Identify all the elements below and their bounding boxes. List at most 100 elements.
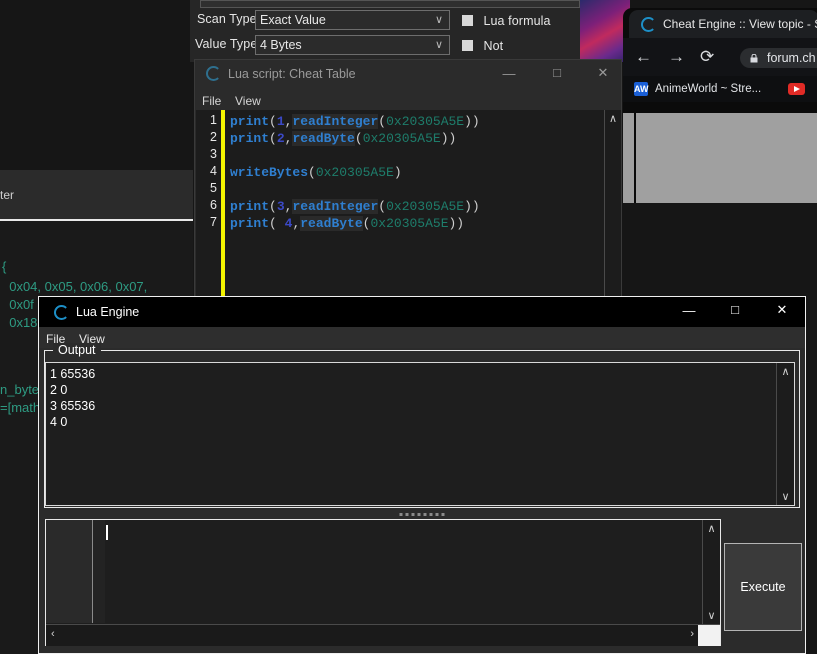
scroll-right-icon[interactable]: › [690, 628, 694, 640]
not-label: Not [483, 39, 504, 53]
background-window-top: ter [0, 170, 193, 221]
code-hex-row-1: 0x04, 0x05, 0x06, 0x07, [2, 279, 148, 294]
cheat-engine-main-window: Scan Type Exact Value ∨ Value Type 4 Byt… [190, 0, 580, 62]
output-text-area[interactable]: 1 65536 2 0 3 65536 4 0 ∧ ∨ [45, 362, 795, 506]
code-hex-row-3: 0x18 [2, 315, 38, 330]
lua-script-menu-bar: File View [195, 88, 621, 110]
code-token: print [230, 131, 270, 146]
lua-script-window: Lua script: Cheat Table — □ ✕ File View … [194, 59, 622, 309]
maximize-button[interactable]: □ [543, 65, 571, 80]
code-token: 0x20305A5E [315, 165, 394, 180]
scroll-up-icon[interactable]: ∧ [605, 112, 621, 125]
scan-type-select[interactable]: Exact Value ∨ [255, 10, 450, 30]
close-button[interactable]: ✕ [589, 65, 617, 81]
browser-address-bar[interactable]: forum.ch [740, 48, 817, 68]
scroll-left-icon[interactable]: ‹ [51, 628, 55, 640]
scan-value-input[interactable] [200, 0, 580, 8]
minimize-button[interactable]: — [673, 303, 705, 318]
youtube-favicon[interactable] [788, 83, 805, 95]
checkbox-box [462, 40, 473, 51]
code-line: print(3,readInteger(0x20305A5E)) [230, 198, 480, 215]
code-token: ( [378, 199, 387, 214]
scroll-up-icon[interactable]: ∧ [777, 365, 794, 378]
code-token: writeBytes [230, 165, 309, 180]
splitter-grip [399, 513, 445, 516]
code-token: print [230, 114, 270, 129]
line-number: 5 [210, 181, 217, 195]
code-token: readByte [292, 131, 355, 146]
lua-formula-checkbox[interactable]: Lua formula [462, 12, 551, 30]
chevron-down-icon: ∨ [434, 14, 443, 26]
scroll-down-icon[interactable]: ∨ [703, 609, 720, 622]
code-brace: { [2, 259, 7, 274]
code-token: readByte [300, 216, 363, 231]
code-token: )) [464, 114, 480, 129]
lua-script-title-bar[interactable]: Lua script: Cheat Table — □ ✕ [195, 60, 621, 88]
code-line: writeBytes(0x20305A5E) [230, 164, 480, 181]
input-horizontal-scrollbar[interactable]: ‹ › [46, 624, 720, 646]
code-hex-row-2: 0x0f [2, 297, 34, 312]
cheat-engine-icon [54, 305, 69, 320]
lock-icon [750, 54, 758, 63]
code-token: 3 [276, 199, 285, 214]
line-number: 7 [210, 215, 217, 229]
lua-engine-window: Lua Engine — □ ✕ File View Output 1 6553… [38, 296, 806, 654]
code-line: print(1,readInteger(0x20305A5E)) [230, 113, 480, 130]
input-vertical-scrollbar[interactable]: ∧ ∨ [702, 520, 720, 624]
line-number: 3 [210, 147, 217, 161]
code-token: 2 [276, 131, 285, 146]
code-token: )) [448, 216, 465, 231]
code-token: ( [269, 199, 277, 214]
browser-page-viewport [634, 113, 817, 203]
code-token: print [230, 199, 270, 214]
output-line: 4 0 [50, 415, 68, 429]
output-vertical-scrollbar[interactable]: ∧ ∨ [776, 363, 794, 505]
minimize-button[interactable]: — [495, 66, 523, 81]
reload-icon[interactable]: ⟳ [700, 47, 714, 67]
lua-script-editor[interactable]: 1 2 3 4 5 6 7 print(1,readInteger(0x2030… [196, 110, 621, 307]
code-token: ( [269, 131, 277, 146]
code-token: ) [393, 165, 402, 180]
code-token: ( [308, 165, 316, 180]
forward-icon[interactable]: → [668, 47, 685, 67]
lua-engine-title-bar[interactable]: Lua Engine — □ ✕ [39, 297, 805, 327]
scan-type-value: Exact Value [260, 13, 326, 27]
scroll-down-icon[interactable]: ∨ [777, 490, 794, 503]
editor-code-area[interactable]: print(1,readInteger(0x20305A5E)) print(2,… [230, 113, 480, 232]
editor-gutter: 1 2 3 4 5 6 7 [196, 110, 225, 307]
code-token: 0x20305A5E [386, 199, 465, 214]
panel-splitter[interactable] [44, 509, 800, 519]
editor-vertical-scrollbar[interactable]: ∧ [604, 110, 621, 307]
screen: Scan Type Exact Value ∨ Value Type 4 Byt… [0, 0, 817, 654]
line-number: 1 [210, 113, 217, 127]
browser-window: Cheat Engine :: View topic - S ← → ⟳ for… [623, 8, 817, 113]
code-token: readInteger [292, 199, 379, 214]
browser-tab-cheat-engine[interactable]: Cheat Engine :: View topic - S [629, 10, 817, 38]
bookmark-animeworld[interactable]: AnimeWorld ~ Stre... [655, 76, 761, 102]
menu-item-view[interactable]: View [235, 92, 261, 110]
code-token: 0x20305A5E [370, 216, 449, 231]
menu-item-file[interactable]: File [202, 92, 221, 110]
hscroll-thumb[interactable] [698, 625, 720, 646]
maximize-button[interactable]: □ [719, 302, 751, 317]
browser-tab-strip: Cheat Engine :: View topic - S [623, 8, 817, 38]
scroll-up-icon[interactable]: ∧ [703, 522, 720, 535]
code-line: print( 4,readByte(0x20305A5E)) [230, 215, 480, 232]
not-checkbox[interactable]: Not [462, 37, 503, 55]
back-icon[interactable]: ← [635, 47, 652, 67]
animeworld-favicon: AW [634, 82, 649, 96]
execute-button[interactable]: Execute [724, 543, 802, 631]
output-line: 1 65536 [50, 367, 96, 381]
value-type-select[interactable]: 4 Bytes ∨ [255, 35, 450, 55]
output-group-legend: Output [53, 343, 101, 357]
browser-bookmarks-bar: AW AnimeWorld ~ Stre... [623, 76, 817, 102]
lua-formula-label: Lua formula [483, 14, 551, 28]
output-line: 2 0 [50, 383, 68, 397]
input-gutter [46, 520, 93, 623]
lua-input-editor[interactable]: ∧ ∨ ‹ › [45, 519, 721, 646]
line-number: 6 [210, 198, 217, 212]
close-button[interactable]: ✕ [766, 302, 798, 318]
code-fragment-2: =[math [0, 400, 41, 415]
